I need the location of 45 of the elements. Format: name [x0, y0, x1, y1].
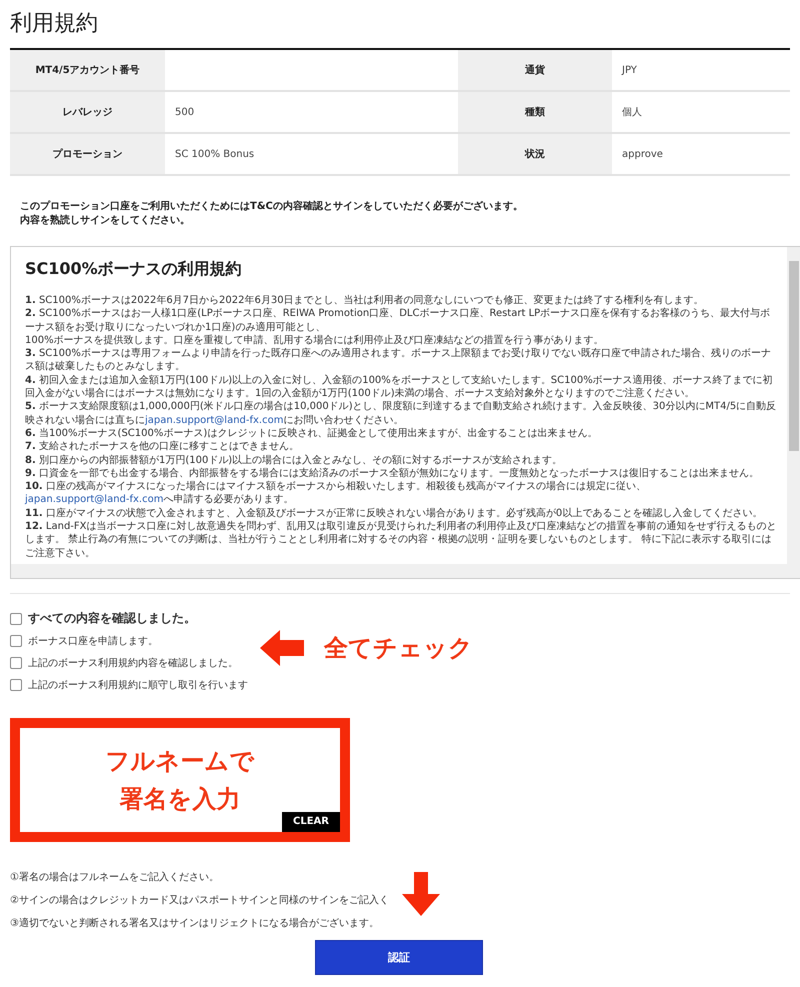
table-value: JPY: [612, 50, 790, 92]
table-label: 種類: [458, 92, 612, 134]
table-label: 状況: [458, 134, 612, 176]
terms-item: 12. Land-FXは当ボーナス口座に対し故意過失を問わず、乱用又は取引違反が見受けられた利用者の利用停止及び口座凍結などの措置を事前の通知をせず行えるものとします。 禁止行為の有無についての判断は、当社が行うこととし利用者に対するその内容・根拠の説明・証明を要しないものとします。 特に下記に表示する取引にはご注意下さい。: [25, 520, 778, 560]
terms-item: 1. SC100%ボーナスは2022年6月7日から2022年6月30日までとし、当社は利用者の同意なしにいつでも修正、変更または終了する権利を有します。: [25, 294, 705, 308]
down-arrow-icon: [402, 872, 440, 916]
terms-item: 4. 初回入金または追加入金額1万円(100ドル)以上の入金に対し、入金額の100%をボーナスとして支給いたします。SC100%ボーナス適用後、ボーナス終了までに初回入金がない場合にはボーナスは無効になります。1回の入金額が1万円(100ドル)未満の場合、ボーナス支給対象外となりますのでご注意ください。: [25, 374, 774, 400]
terms-item: 3. SC100%ボーナスは専用フォームより申請を行った既存口座へのみ適用されます。ボーナス上限額までお受け取りでない既存口座で申請された場合、残りのボーナス額は破棄したものとみなします。: [25, 347, 772, 374]
terms-item: 9. 口資金を一部でも出金する場合、内部振替をする場合には支給済みのボーナス全額が無効になります。一度無効となったボーナスは復旧することは出来ません。: [25, 466, 760, 480]
table-value: approve: [612, 134, 790, 176]
note-text: ③適切でないと判断される署名又はサインはリジェクトになる場合がございます。: [10, 916, 379, 931]
submit-button[interactable]: 認証: [315, 940, 483, 975]
checkbox[interactable]: [10, 678, 22, 691]
checkbox[interactable]: [10, 634, 22, 647]
table-label: プロモーション: [10, 134, 165, 176]
terms-item: 6. 当100%ボーナス(SC100%ボーナス)はクレジットに反映され、証拠金として使用出来ますが、出金することは出来ません。: [25, 426, 598, 440]
checkbox[interactable]: [10, 612, 22, 625]
checkbox[interactable]: [10, 656, 22, 669]
email-link[interactable]: japan.support@land-fx.com: [145, 414, 284, 426]
notice-text: このプロモーション口座をご利用いただくためにはT&Cの内容確認とサインをしていただく必要がございます。 内容を熟読しサインをしてください。: [20, 200, 524, 228]
annotation-text: フルネームで 署名を入力: [106, 746, 254, 815]
vertical-scrollbar[interactable]: [787, 247, 800, 564]
table-label: MT4/5アカウント番号: [10, 50, 165, 92]
table-value: 個人: [612, 92, 790, 134]
terms-title: SC100%ボーナスの利用規約: [25, 259, 243, 280]
left-arrow-icon: [260, 630, 304, 666]
terms-item: 11. 口座がマイナスの状態で入金されますと、入金額及びボーナスが正常に反映されない場合があります。必ず残高が0以上であることを確認し入金してください。: [25, 506, 764, 520]
terms-item: 5. ボーナス支給限度額は1,000,000円(米ドル口座の場合は10,000ドル)とし、限度額に到達するまで自動支給され続けます。入金反映後、30分以内にMT4/5に自動反映されない場合には直ちにjapan.support@land-fx.comにお問い合わせください。: [25, 400, 778, 427]
clear-button[interactable]: CLEAR: [282, 812, 340, 832]
table-label: 通貨: [458, 50, 612, 92]
checkbox-label: ボーナス口座を申請します。: [28, 634, 158, 648]
annotation-text: 全てチェック: [324, 632, 473, 664]
checkbox-label: すべての内容を確認しました。: [28, 610, 196, 628]
terms-item: 7. 支給されたボーナスを他の口座に移すことはできません。: [25, 440, 300, 454]
terms-item: 10. 口座の残高がマイナスになった場合にはマイナス額をボーナスから相殺いたします。相殺後も残高がマイナスの場合には規定に従い、 japan.support@land-fx.comへ申請する必要があります。: [25, 480, 647, 507]
email-link[interactable]: japan.support@land-fx.com: [25, 494, 164, 506]
note-text: ①署名の場合はフルネームをご記入ください。: [10, 870, 219, 885]
terms-item: 8. 別口座からの内部振替額が1万円(100ドル)以上の場合には入金とみなし、その額に対するボーナスが支給されます。: [25, 454, 564, 467]
horizontal-scrollbar[interactable]: [11, 564, 800, 578]
terms-item: 2. SC100%ボーナスはお一人様1口座(LPボーナス口座、REIWA Promotion口座、DLCボーナス口座、Restart LPボーナス口座を保有するお客様のうち、最大付与ボーナス額をお受け取りになったいづれか1口座)のみ適用可能とし、 100%ボーナスを提供致します。口座を重複して申請、乱用する場合には利用停止及び口座凍結などの措置を行う事があります。: [25, 307, 772, 348]
checkbox-label: 上記のボーナス利用規約に順守し取引を行います: [28, 678, 248, 692]
note-text: ②サインの場合はクレジットカード又はパスポートサインと同様のサインをご記入く: [10, 894, 389, 908]
checkbox-label: 上記のボーナス利用規約内容を確認しました。: [28, 656, 238, 670]
signature-pad[interactable]: フルネームで 署名を入力 CLEAR: [10, 718, 350, 842]
table-label: レバレッジ: [10, 92, 165, 134]
